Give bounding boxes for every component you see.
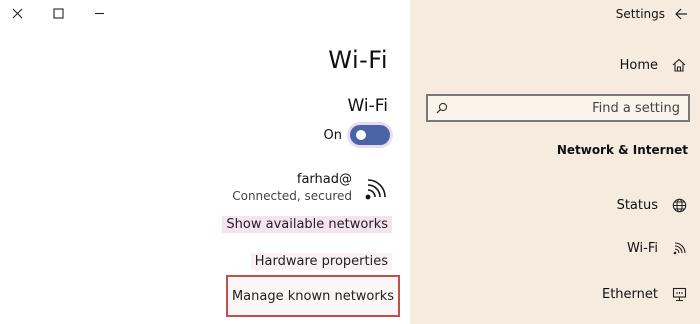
settings-title: Settings — [615, 7, 665, 21]
maximize-button[interactable] — [43, 2, 73, 24]
sidebar-item-label: Ethernet — [602, 286, 658, 302]
minimize-icon — [94, 12, 104, 14]
close-button[interactable] — [2, 2, 32, 24]
search-input[interactable]: Find a setting — [426, 94, 690, 122]
globe-icon — [670, 198, 688, 213]
hardware-properties-link[interactable]: Hardware properties — [250, 253, 392, 270]
sidebar-header: Settings — [616, 4, 688, 24]
wifi-toggle[interactable] — [350, 125, 390, 145]
network-name: farhad@ — [296, 172, 352, 187]
content-pane: Wi-Fi Wi-Fi On farhad@ Connected, secure… — [0, 0, 410, 324]
minimize-button[interactable] — [84, 2, 114, 24]
search-placeholder: Find a setting — [592, 100, 680, 116]
sidebar-section-title: Network & Internet — [556, 143, 688, 157]
wifi-icon — [670, 241, 688, 256]
home-icon — [670, 58, 688, 72]
close-icon — [12, 8, 22, 18]
sidebar-item-label: Home — [619, 57, 658, 73]
show-available-networks-link[interactable]: Show available networks — [222, 216, 392, 233]
sidebar-item-ethernet[interactable]: Ethernet — [602, 283, 688, 305]
maximize-icon — [52, 7, 64, 19]
network-text: farhad@ Connected, secured — [232, 172, 352, 204]
network-status: Connected, secured — [232, 189, 352, 203]
section-title: Wi-Fi — [347, 96, 388, 116]
sidebar-item-wifi[interactable]: Wi-Fi — [627, 237, 688, 259]
back-arrow-icon[interactable] — [675, 8, 688, 20]
sidebar-item-label: Status — [616, 197, 658, 213]
toggle-state-label: On — [323, 127, 342, 143]
search-icon — [436, 99, 448, 118]
wifi-toggle-row: On — [324, 124, 390, 146]
sidebar-item-status[interactable]: Status — [617, 194, 688, 216]
sidebar-item-label: Wi-Fi — [626, 240, 658, 256]
page-title: Wi-Fi — [328, 46, 388, 74]
manage-known-networks-link[interactable]: Manage known networks — [226, 275, 400, 317]
connected-network[interactable]: farhad@ Connected, secured — [232, 172, 390, 204]
wifi-signal-icon — [362, 172, 390, 202]
settings-sidebar: Settings Home Find a setting Network & I… — [410, 0, 700, 324]
sidebar-item-home[interactable]: Home — [620, 54, 688, 76]
ethernet-icon — [670, 287, 688, 302]
manage-known-networks-label: Manage known networks — [231, 288, 395, 304]
toggle-knob — [356, 130, 366, 140]
